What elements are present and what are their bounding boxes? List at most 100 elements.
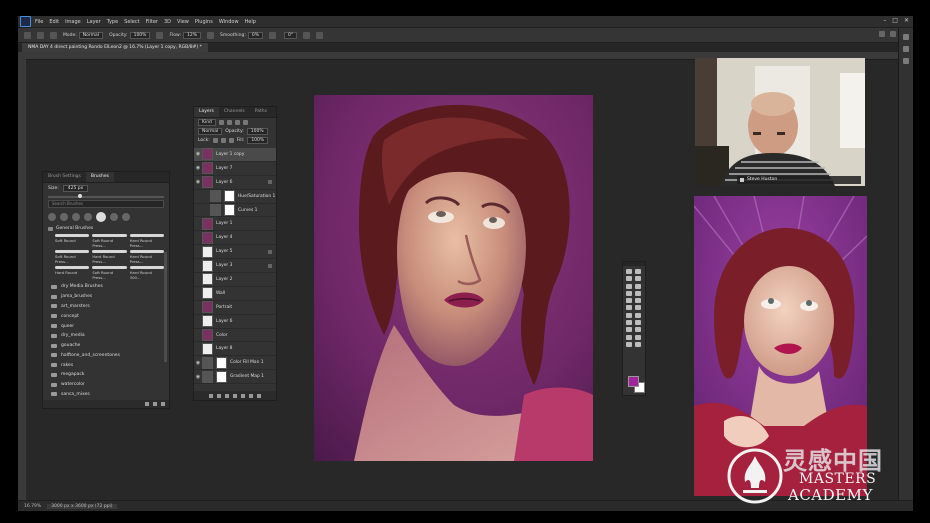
- layer-thumbnail[interactable]: [202, 342, 213, 355]
- document-info[interactable]: 3000 px x 3600 px (72 ppi): [47, 503, 117, 509]
- brush-tool-icon[interactable]: [37, 31, 44, 39]
- layer-row[interactable]: Layer 1: [194, 217, 276, 232]
- painting-canvas[interactable]: [314, 95, 593, 461]
- workspace-icon[interactable]: [890, 31, 896, 37]
- type-tool-icon[interactable]: [626, 327, 632, 333]
- fill-input[interactable]: 100%: [247, 137, 269, 144]
- quick-select-tool-icon[interactable]: [635, 276, 641, 282]
- brush-folder[interactable]: sanca_mixes: [43, 390, 169, 400]
- brush-preset[interactable]: Hard Round Press...: [130, 250, 164, 264]
- layer-effects-icon[interactable]: [268, 249, 272, 254]
- layer-row[interactable]: ◉ Layer 6: [194, 176, 276, 190]
- menu-plugins[interactable]: Plugins: [195, 19, 213, 25]
- layer-thumbnail[interactable]: [202, 315, 213, 328]
- layer-thumbnail[interactable]: [202, 231, 213, 244]
- brush-preset-icon[interactable]: [50, 31, 57, 39]
- filter-adjustment-icon[interactable]: [226, 120, 232, 125]
- brush-preset[interactable]: Soft Round: [55, 234, 89, 248]
- menu-edit[interactable]: Edit: [49, 19, 59, 25]
- brush-folder[interactable]: concept: [43, 311, 169, 321]
- layer-thumbnail[interactable]: [202, 301, 213, 314]
- zoom-tool-icon[interactable]: [626, 341, 632, 347]
- brush-tip[interactable]: [110, 213, 118, 221]
- layer-thumbnail[interactable]: [202, 148, 213, 161]
- layer-thumbnail[interactable]: [210, 190, 221, 203]
- brush-folder[interactable]: watercolor: [43, 380, 169, 390]
- menu-type[interactable]: Type: [107, 19, 118, 25]
- maximize-icon[interactable]: □: [892, 17, 898, 24]
- mode-select[interactable]: Normal: [78, 31, 104, 39]
- visibility-eye-icon[interactable]: ◉: [194, 165, 202, 171]
- brush-folder[interactable]: rakes: [43, 360, 169, 370]
- layer-row[interactable]: Curves 1: [194, 204, 276, 218]
- history-brush-tool-icon[interactable]: [626, 305, 632, 311]
- filter-pixel-icon[interactable]: [218, 120, 224, 125]
- brush-preset[interactable]: Soft Round Press...: [92, 266, 126, 280]
- layer-row[interactable]: Layer 3: [194, 259, 276, 274]
- brush-tip[interactable]: [60, 213, 68, 221]
- brush-search-input[interactable]: Search Brushes: [48, 200, 164, 208]
- layer-thumbnail[interactable]: [202, 259, 213, 272]
- layer-thumbnail[interactable]: [202, 176, 213, 189]
- visibility-eye-icon[interactable]: ◉: [194, 360, 202, 366]
- filter-type-icon[interactable]: [234, 120, 240, 125]
- layer-row[interactable]: Wall: [194, 287, 276, 301]
- document-tab[interactable]: NMA DAY 4 direct painting Rondo ElLeon2 …: [22, 43, 208, 52]
- layer-mask-thumbnail[interactable]: [224, 204, 235, 216]
- layer-thumbnail[interactable]: [202, 287, 213, 300]
- dodge-tool-icon[interactable]: [626, 320, 632, 326]
- adjustment-layer-icon[interactable]: [233, 393, 237, 398]
- layer-thumbnail[interactable]: [202, 370, 213, 383]
- delete-brush-icon[interactable]: [161, 402, 165, 406]
- close-icon[interactable]: ✕: [904, 17, 909, 24]
- history-panel-icon[interactable]: [903, 34, 909, 40]
- new-group-icon[interactable]: [145, 402, 149, 406]
- brush-size-input[interactable]: 425 px: [62, 185, 89, 192]
- tab-channels[interactable]: Channels: [219, 107, 250, 117]
- tab-brush-settings[interactable]: Brush Settings: [43, 172, 86, 182]
- visibility-eye-icon[interactable]: ◉: [194, 374, 202, 380]
- home-icon[interactable]: [24, 31, 31, 39]
- tab-paths[interactable]: Paths: [250, 107, 272, 117]
- clone-tool-icon[interactable]: [635, 298, 641, 304]
- lasso-tool-icon[interactable]: [626, 276, 632, 282]
- brush-folder[interactable]: gouache: [43, 341, 169, 351]
- layer-style-icon[interactable]: [217, 393, 221, 398]
- menu-layer[interactable]: Layer: [87, 19, 101, 25]
- new-group-icon[interactable]: [241, 393, 245, 398]
- pressure-size-icon[interactable]: [303, 31, 311, 39]
- zoom-level[interactable]: 16.79%: [24, 504, 41, 509]
- blur-tool-icon[interactable]: [635, 312, 641, 318]
- menu-help[interactable]: Help: [245, 19, 256, 25]
- marquee-tool-icon[interactable]: [635, 269, 641, 274]
- brush-list-scrollbar[interactable]: [164, 252, 167, 362]
- brush-tip[interactable]: [122, 213, 130, 221]
- opacity-input[interactable]: 100%: [129, 31, 151, 39]
- menu-select[interactable]: Select: [124, 19, 139, 25]
- lock-position-icon[interactable]: [220, 138, 226, 143]
- layer-thumbnail[interactable]: [202, 162, 213, 175]
- layer-row[interactable]: Layer 5: [194, 245, 276, 260]
- delete-layer-icon[interactable]: [257, 393, 261, 398]
- path-select-tool-icon[interactable]: [635, 327, 641, 333]
- lock-all-icon[interactable]: [228, 138, 234, 143]
- brush-tip[interactable]: [48, 213, 56, 221]
- brush-size-slider[interactable]: [48, 194, 164, 198]
- brush-preset[interactable]: Soft Round Press...: [92, 234, 126, 248]
- brush-preset[interactable]: Soft Round Press...: [55, 250, 89, 264]
- menu-filter[interactable]: Filter: [146, 19, 158, 25]
- gradient-tool-icon[interactable]: [626, 312, 632, 318]
- slider-handle[interactable]: [78, 194, 82, 198]
- search-icon[interactable]: [879, 31, 885, 37]
- flow-input[interactable]: 12%: [183, 31, 202, 39]
- menu-file[interactable]: File: [35, 19, 43, 25]
- layer-row[interactable]: Portrait: [194, 301, 276, 315]
- brush-group-general[interactable]: General Brushes: [43, 224, 169, 233]
- link-layers-icon[interactable]: [209, 393, 213, 398]
- layer-row[interactable]: ◉ Gradient Map 1: [194, 370, 276, 385]
- new-brush-icon[interactable]: [153, 402, 157, 406]
- layer-thumbnail[interactable]: [202, 356, 213, 369]
- layer-row[interactable]: ◉ Color Fill Man 1: [194, 356, 276, 371]
- frame-tool-icon[interactable]: [635, 283, 641, 289]
- brush-tip[interactable]: [84, 213, 92, 221]
